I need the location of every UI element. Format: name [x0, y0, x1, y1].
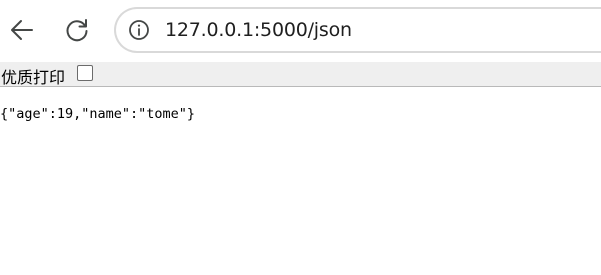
print-options-bar: 优质打印: [0, 62, 601, 87]
back-arrow-icon: [11, 20, 33, 40]
back-button[interactable]: [4, 12, 40, 48]
json-response-text: {"age":19,"name":"tome"}: [0, 106, 196, 122]
info-icon: [129, 20, 149, 40]
print-quality-checkbox[interactable]: [77, 65, 93, 81]
address-bar[interactable]: 127.0.0.1:5000/json: [114, 7, 601, 53]
reload-icon: [66, 19, 88, 42]
browser-toolbar: 127.0.0.1:5000/json: [0, 0, 601, 62]
url-text[interactable]: 127.0.0.1:5000/json: [165, 19, 352, 41]
reload-button[interactable]: [59, 12, 95, 48]
print-quality-label: 优质打印: [1, 68, 66, 87]
site-info-button[interactable]: [126, 17, 152, 43]
